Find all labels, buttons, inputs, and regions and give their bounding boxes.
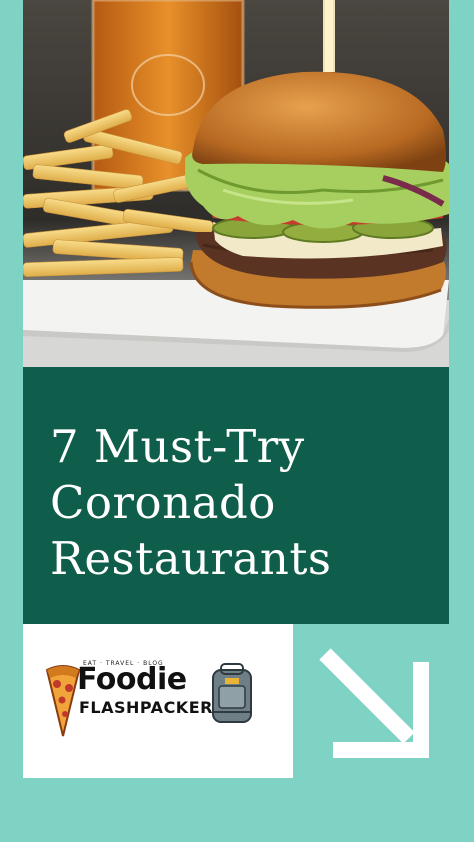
title-line-2: Coronado: [50, 476, 276, 529]
logo-name-foodie: Foodie: [77, 662, 187, 697]
arrow-panel[interactable]: [293, 624, 449, 778]
pizza-slice-icon: [45, 665, 81, 737]
arrow-down-right-icon[interactable]: [311, 642, 431, 760]
title-panel: 7 Must-Try Coronado Restaurants: [23, 367, 449, 624]
page-title: 7 Must-Try Coronado Restaurants: [50, 419, 440, 587]
hero-photo-burger-fries: [23, 0, 449, 367]
backpack-icon: [212, 663, 252, 723]
title-line-3: Restaurants: [50, 532, 332, 585]
title-line-1: 7 Must-Try: [50, 420, 305, 473]
logo-panel: EAT · TRAVEL · BLOG Foodie FLASHPACKER: [23, 624, 293, 778]
burger-fries-illustration: [23, 0, 449, 367]
logo-name-flashpacker: FLASHPACKER: [79, 698, 213, 717]
